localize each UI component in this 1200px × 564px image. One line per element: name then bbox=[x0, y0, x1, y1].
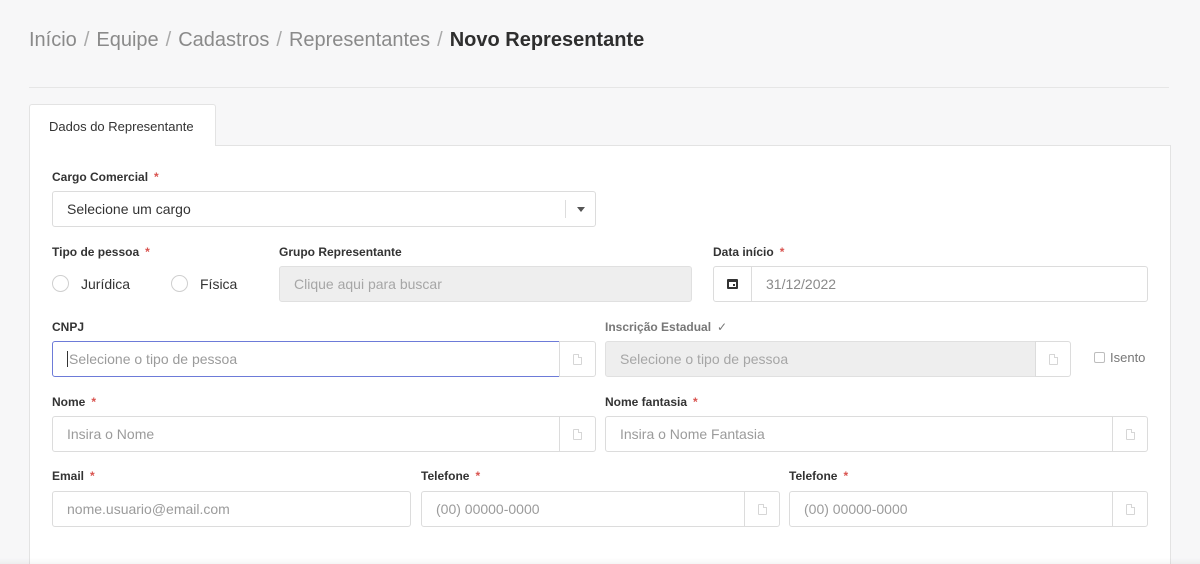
nome-fantasia-input[interactable]: Insira o Nome Fantasia bbox=[605, 416, 1113, 452]
inscricao-input[interactable]: Selecione o tipo de pessoa bbox=[605, 341, 1036, 377]
nome-input[interactable]: Insira o Nome bbox=[52, 416, 560, 452]
tab-dados-representante[interactable]: Dados do Representante bbox=[29, 104, 216, 146]
required-mark: * bbox=[145, 245, 150, 259]
telefone1-input[interactable]: (00) 00000-0000 bbox=[421, 491, 745, 527]
cnpj-copy-button[interactable] bbox=[559, 341, 596, 377]
text-cursor bbox=[67, 351, 68, 367]
inscricao-copy-button[interactable] bbox=[1035, 341, 1071, 377]
nome-fantasia-copy-button[interactable] bbox=[1112, 416, 1148, 452]
document-icon bbox=[1048, 353, 1058, 365]
isento-checkbox[interactable]: Isento bbox=[1094, 350, 1145, 365]
breadcrumb-separator: / bbox=[437, 29, 443, 51]
data-inicio-input[interactable]: 31/12/2022 bbox=[751, 266, 1148, 302]
page-title: Novo Representante bbox=[449, 29, 645, 51]
breadcrumb-separator: / bbox=[276, 29, 282, 51]
telefone2-label: Telefone * bbox=[789, 469, 849, 483]
required-mark: * bbox=[91, 395, 97, 409]
breadcrumb-item-representantes[interactable]: Representantes bbox=[289, 29, 430, 51]
document-icon bbox=[573, 428, 582, 440]
cnpj-label: CNPJ bbox=[52, 320, 85, 334]
required-mark: * bbox=[693, 395, 698, 409]
document-icon bbox=[1125, 428, 1135, 440]
data-inicio-label: Data início * bbox=[713, 245, 785, 259]
telefone2-copy-button[interactable] bbox=[1112, 491, 1148, 527]
required-mark: * bbox=[90, 469, 95, 483]
bottom-shadow bbox=[0, 558, 1200, 564]
breadcrumb-separator: / bbox=[165, 29, 172, 51]
caret-down-icon bbox=[565, 200, 595, 218]
cargo-select-value: Selecione um cargo bbox=[67, 201, 191, 217]
document-icon bbox=[757, 503, 767, 515]
required-mark: * bbox=[154, 170, 159, 184]
radio-circle[interactable] bbox=[52, 275, 69, 292]
tipo-pessoa-label: Tipo de pessoa * bbox=[52, 245, 150, 259]
inscricao-label: Inscrição Estadual ✓ bbox=[605, 320, 728, 334]
header-divider bbox=[29, 87, 1169, 88]
breadcrumb-item-inicio[interactable]: Início bbox=[29, 29, 77, 51]
telefone1-copy-button[interactable] bbox=[744, 491, 780, 527]
breadcrumb: Início / Equipe / Cadastros / Representantes / N… bbox=[29, 29, 644, 52]
checkbox-square[interactable] bbox=[1094, 352, 1105, 363]
breadcrumb-item-equipe[interactable]: Equipe bbox=[96, 29, 158, 51]
nome-label: Nome * bbox=[52, 395, 97, 409]
grupo-search-input[interactable]: Clique aqui para buscar bbox=[279, 266, 692, 302]
nome-fantasia-label: Nome fantasia * bbox=[605, 395, 698, 409]
email-label: Email * bbox=[52, 469, 95, 483]
grupo-label: Grupo Representante bbox=[279, 245, 402, 259]
cargo-label: Cargo Comercial * bbox=[52, 170, 159, 184]
cnpj-input[interactable]: Selecione o tipo de pessoa bbox=[52, 341, 560, 377]
radio-circle[interactable] bbox=[171, 275, 188, 292]
required-mark: * bbox=[843, 469, 849, 483]
calendar-icon bbox=[727, 279, 738, 289]
telefone1-label: Telefone * bbox=[421, 469, 481, 483]
telefone2-input[interactable]: (00) 00000-0000 bbox=[789, 491, 1113, 527]
document-icon bbox=[573, 353, 582, 365]
radio-juridica[interactable]: Jurídica bbox=[52, 275, 130, 292]
breadcrumb-separator: / bbox=[83, 29, 90, 51]
nome-copy-button[interactable] bbox=[559, 416, 596, 452]
radio-fisica[interactable]: Física bbox=[171, 275, 237, 292]
email-input[interactable]: nome.usuario@email.com bbox=[52, 491, 411, 527]
calendar-button[interactable] bbox=[713, 266, 752, 302]
document-icon bbox=[1125, 503, 1135, 515]
check-icon: ✓ bbox=[717, 320, 728, 334]
breadcrumb-item-cadastros[interactable]: Cadastros bbox=[178, 29, 269, 51]
required-mark: * bbox=[779, 245, 785, 259]
required-mark: * bbox=[475, 469, 481, 483]
cargo-select[interactable]: Selecione um cargo bbox=[52, 191, 596, 227]
